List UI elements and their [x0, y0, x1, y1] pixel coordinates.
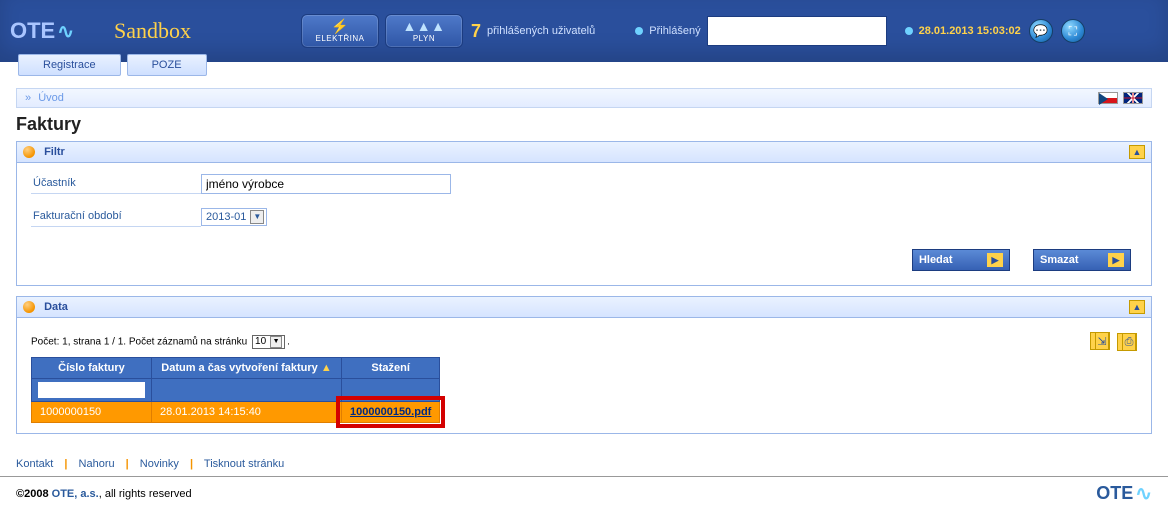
breadcrumb-home[interactable]: Úvod — [38, 92, 64, 104]
breadcrumb: » Úvod — [16, 88, 1152, 108]
collapse-filter-button[interactable]: ▲ — [1129, 145, 1145, 159]
content: Faktury Filtr ▲ Účastník Fakturační obdo… — [16, 114, 1152, 434]
download-link[interactable]: 1000000150.pdf — [350, 406, 431, 418]
filter-row — [32, 379, 440, 402]
footer-print[interactable]: Tisknout stránku — [204, 458, 284, 470]
copy-company: OTE, a.s. — [52, 488, 99, 500]
search-button-label: Hledat — [919, 254, 953, 266]
footer-news[interactable]: Novinky — [140, 458, 179, 470]
chevron-down-icon: ▼ — [270, 336, 282, 348]
data-table: Číslo faktury Datum a čas vytvoření fakt… — [31, 357, 440, 423]
period-select[interactable]: 2013-01 ▼ — [201, 208, 267, 226]
bullet-icon — [23, 146, 35, 158]
logged-user-mask — [707, 16, 887, 46]
nav-register[interactable]: Registrace — [18, 54, 121, 76]
tool-icons: ⇲ ⎙ — [1086, 332, 1137, 351]
clear-button-label: Smazat — [1040, 254, 1079, 266]
col-created[interactable]: Datum a čas vytvoření faktury ▲ — [152, 358, 342, 379]
print-button[interactable]: ⎙ — [1117, 333, 1137, 351]
col-download[interactable]: Stažení — [342, 358, 440, 379]
tab-electricity[interactable]: ⚡ ELEKTŘINA — [301, 14, 379, 48]
period-label: Fakturační období — [31, 206, 201, 227]
copyright: ©2008 OTE, a.s., all rights reserved OTE… — [16, 481, 1152, 506]
plug-icon: ⚡ — [331, 19, 349, 33]
filter-panel-header: Filtr ▲ — [17, 142, 1151, 163]
pulse-icon: ∿ — [1135, 481, 1152, 506]
status-dot-icon — [635, 27, 643, 35]
page-size-value: 10 — [255, 336, 266, 347]
bullet-icon — [23, 301, 35, 313]
filter-actions: Hledat ▶ Smazat ▶ — [31, 239, 1137, 275]
clock-dot-icon — [905, 27, 913, 35]
table-row[interactable]: 1000000150 28.01.2013 14:15:40 100000015… — [32, 402, 440, 423]
tab-gas[interactable]: ▲▲▲ PLYN — [385, 14, 463, 48]
data-panel-header: Data ▲ — [17, 297, 1151, 318]
users-count-label: přihlášených uživatelů — [487, 25, 595, 37]
logo-text: OTE — [10, 18, 55, 44]
cell-download: 1000000150.pdf — [342, 402, 440, 423]
flame-icon: ▲▲▲ — [402, 19, 445, 33]
chevron-up-icon: ▲ — [1133, 147, 1142, 157]
filter-panel: Filtr ▲ Účastník Fakturační období 2013-… — [16, 141, 1152, 286]
expand-icon: ⛶ — [1069, 24, 1077, 39]
language-flags — [1096, 92, 1143, 104]
cell-invoice-no: 1000000150 — [32, 402, 152, 423]
clear-button[interactable]: Smazat ▶ — [1033, 249, 1131, 271]
page-title: Faktury — [16, 114, 1152, 135]
sandbox-label: Sandbox — [114, 18, 191, 44]
search-button[interactable]: Hledat ▶ — [912, 249, 1010, 271]
chat-button[interactable]: 💬 — [1029, 19, 1053, 43]
print-icon: ⎙ — [1122, 333, 1136, 351]
footer-links: Kontakt | Nahoru | Novinky | Tisknout st… — [16, 458, 1152, 470]
top-bar: OTE ∿ Sandbox ⚡ ELEKTŘINA ▲▲▲ PLYN 7 při… — [0, 0, 1168, 62]
flag-en-icon[interactable] — [1123, 92, 1143, 104]
copy-year: ©2008 — [16, 488, 49, 500]
arrow-right-icon: ▶ — [987, 253, 1003, 267]
pager-row: Počet: 1, strana 1 / 1. Počet záznamů na… — [31, 332, 1137, 351]
logged-label: Přihlášený — [649, 25, 700, 37]
arrow-right-icon: ▶ — [1108, 253, 1124, 267]
mode-tabs: ⚡ ELEKTŘINA ▲▲▲ PLYN — [301, 14, 463, 48]
footer-logo-text: OTE — [1096, 483, 1133, 504]
page-size-select[interactable]: 10 ▼ — [252, 335, 285, 349]
users-count: 7 přihlášených uživatelů — [471, 21, 595, 42]
speech-bubble-icon: 💬 — [1033, 24, 1048, 38]
footer-contact[interactable]: Kontakt — [16, 458, 53, 470]
participant-input[interactable] — [201, 174, 451, 194]
flag-cz-icon[interactable] — [1098, 92, 1118, 104]
copy-suffix: , all rights reserved — [99, 488, 192, 500]
period-value: 2013-01 — [206, 211, 246, 223]
footer-top[interactable]: Nahoru — [79, 458, 115, 470]
fullscreen-button[interactable]: ⛶ — [1061, 19, 1085, 43]
filter-heading: Filtr — [44, 146, 65, 158]
filter-invoice-no-input[interactable] — [38, 382, 145, 398]
data-panel: Data ▲ Počet: 1, strana 1 / 1. Počet záz… — [16, 296, 1152, 434]
users-count-number: 7 — [471, 21, 481, 42]
clock-text: 28.01.2013 15:03:02 — [919, 25, 1021, 37]
collapse-data-button[interactable]: ▲ — [1129, 300, 1145, 314]
nav-poze[interactable]: POZE — [127, 54, 207, 76]
participant-label: Účastník — [31, 173, 201, 194]
sort-asc-icon: ▲ — [321, 362, 332, 374]
logged-user: Přihlášený — [635, 16, 886, 46]
cell-created: 28.01.2013 14:15:40 — [152, 402, 342, 423]
sub-nav: Registrace POZE — [18, 54, 207, 76]
pager-text: Počet: 1, strana 1 / 1. Počet záznamů na… — [31, 336, 247, 347]
export-icon: ⇲ — [1095, 332, 1109, 350]
chevron-up-icon: ▲ — [1133, 302, 1142, 312]
clock: 28.01.2013 15:03:02 — [905, 25, 1021, 37]
tab-gas-label: PLYN — [413, 34, 435, 43]
tab-electricity-label: ELEKTŘINA — [316, 34, 365, 43]
data-panel-body: Počet: 1, strana 1 / 1. Počet záznamů na… — [17, 318, 1151, 433]
footer-logo: OTE ∿ — [1096, 481, 1152, 506]
chevron-down-icon: ▼ — [250, 210, 264, 224]
logo: OTE ∿ — [10, 18, 74, 44]
export-button[interactable]: ⇲ — [1090, 332, 1110, 350]
filter-panel-body: Účastník Fakturační období 2013-01 ▼ Hle… — [17, 163, 1151, 285]
pulse-icon: ∿ — [57, 19, 74, 44]
breadcrumb-prefix: » — [25, 92, 31, 104]
data-heading: Data — [44, 301, 68, 313]
col-invoice-no[interactable]: Číslo faktury — [32, 358, 152, 379]
